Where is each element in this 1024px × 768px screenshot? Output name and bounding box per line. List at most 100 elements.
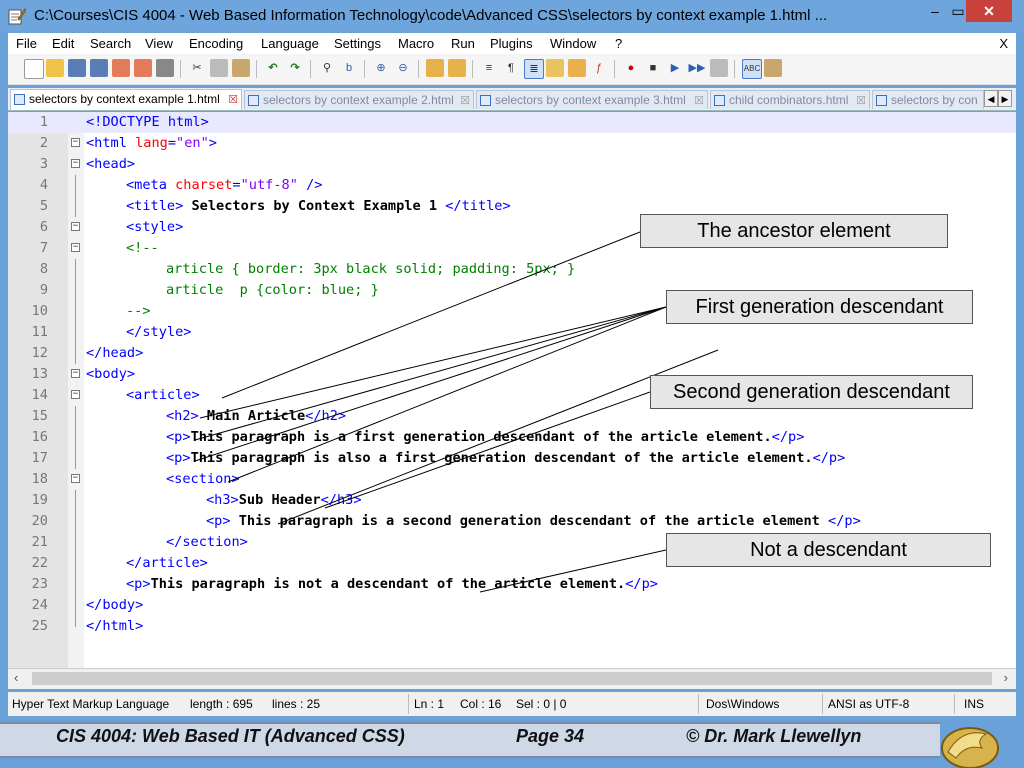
new-file-icon[interactable] (24, 59, 44, 79)
plugin-icon[interactable] (764, 59, 782, 77)
code-text: <p>This paragraph is also a first genera… (166, 450, 846, 466)
menu-window[interactable]: Window (550, 36, 596, 51)
tab-child-combinators[interactable]: child combinators.html ☒ (710, 90, 870, 109)
sync-vertical-icon[interactable] (426, 59, 444, 77)
menu-bar: File Edit Search View Encoding Language … (8, 33, 1016, 54)
menu-plugins[interactable]: Plugins (490, 36, 533, 51)
scroll-right-icon[interactable]: › (1004, 670, 1008, 685)
save-macro-icon[interactable] (710, 59, 728, 77)
record-macro-icon[interactable]: ● (622, 59, 640, 77)
tab-scroll-right-button[interactable]: ▶ (998, 90, 1012, 107)
fold-toggle[interactable]: − (71, 222, 80, 231)
find-icon[interactable]: ⚲ (318, 59, 336, 77)
run-macro-multiple-icon[interactable]: ▶▶ (688, 59, 706, 77)
menu-help[interactable]: ? (615, 36, 622, 51)
doc-map-icon[interactable] (568, 59, 586, 77)
show-all-chars-icon[interactable]: ¶ (502, 59, 520, 77)
menu-settings[interactable]: Settings (334, 36, 381, 51)
tab-selectors-3[interactable]: selectors by context example 3.html ☒ (476, 90, 708, 109)
tab-scroll-left-button[interactable]: ◀ (984, 90, 998, 107)
open-file-icon[interactable] (46, 59, 64, 77)
footer-page: Page 34 (516, 726, 585, 746)
undo-icon[interactable]: ↶ (264, 59, 282, 77)
tab-label: child combinators.html (729, 93, 849, 107)
fold-toggle[interactable]: − (71, 369, 80, 378)
close-document-button[interactable]: X (999, 36, 1008, 51)
spell-check-icon[interactable]: ABC (742, 59, 762, 79)
word-wrap-icon[interactable]: ≡ (480, 59, 498, 77)
menu-file[interactable]: File (16, 36, 37, 51)
close-window-button[interactable]: ✕ (966, 0, 1012, 22)
menu-search[interactable]: Search (90, 36, 131, 51)
code-text: <section> (166, 471, 240, 487)
redo-icon[interactable]: ↷ (286, 59, 304, 77)
code-line: 25 </html> (8, 616, 1016, 637)
fold-toggle[interactable]: − (71, 243, 80, 252)
code-line: 3 − <head> (8, 154, 1016, 175)
callout-second-generation: Second generation descendant (650, 375, 973, 409)
save-all-icon[interactable] (90, 59, 108, 77)
line-number: 16 (31, 429, 48, 445)
zoom-out-icon[interactable]: ⊖ (394, 59, 412, 77)
function-list-icon[interactable]: ƒ (590, 59, 608, 77)
close-tab-icon[interactable]: ☒ (228, 91, 238, 110)
stop-macro-icon[interactable]: ■ (644, 59, 662, 77)
menu-view[interactable]: View (145, 36, 173, 51)
code-line: 23 <p>This paragraph is not a descendant… (8, 574, 1016, 595)
indent-guide-icon[interactable]: ≣ (524, 59, 544, 79)
fold-toggle[interactable]: − (71, 138, 80, 147)
window-title: C:\Courses\CIS 4004 - Web Based Informat… (34, 7, 828, 24)
close-tab-icon[interactable]: ☒ (856, 92, 866, 109)
close-icon[interactable] (112, 59, 130, 77)
tab-selectors-partial[interactable]: selectors by con (872, 90, 984, 109)
menu-language[interactable]: Language (261, 36, 319, 51)
scroll-left-icon[interactable]: ‹ (14, 670, 18, 685)
tab-bar: selectors by context example 1.html ☒ se… (8, 88, 1016, 111)
play-macro-icon[interactable]: ▶ (666, 59, 684, 77)
line-number: 13 (31, 366, 48, 382)
code-text: </head> (86, 345, 144, 361)
code-text: <style> (126, 219, 184, 235)
line-number: 17 (31, 450, 48, 466)
code-line: 20 <p> This paragraph is a second genera… (8, 511, 1016, 532)
fold-toggle[interactable]: − (71, 474, 80, 483)
code-line: 17 <p>This paragraph is also a first gen… (8, 448, 1016, 469)
paste-icon[interactable] (232, 59, 250, 77)
callout-not-descendant: Not a descendant (666, 533, 991, 567)
print-icon[interactable] (156, 59, 174, 77)
callout-ancestor: The ancestor element (640, 214, 948, 248)
close-tab-icon[interactable]: ☒ (460, 92, 470, 109)
menu-macro[interactable]: Macro (398, 36, 434, 51)
line-number: 24 (31, 597, 48, 613)
copy-icon[interactable] (210, 59, 228, 77)
close-tab-icon[interactable]: ☒ (694, 92, 704, 109)
toolbar: ✂ ↶ ↷ ⚲ b ⊕ ⊖ ≡ ¶ ≣ ƒ ● ■ ▶ ▶▶ ABC (8, 54, 1016, 85)
horizontal-scrollbar[interactable]: ‹ › (8, 668, 1016, 689)
replace-icon[interactable]: b (340, 59, 358, 77)
line-number: 10 (31, 303, 48, 319)
code-text: </style> (126, 324, 192, 340)
close-all-icon[interactable] (134, 59, 152, 77)
code-line: 19 <h3>Sub Header</h3> (8, 490, 1016, 511)
menu-edit[interactable]: Edit (52, 36, 74, 51)
fold-toggle[interactable]: − (71, 390, 80, 399)
menu-encoding[interactable]: Encoding (189, 36, 243, 51)
code-text: <body> (86, 366, 136, 382)
cut-icon[interactable]: ✂ (188, 59, 206, 77)
code-line: 1 <!DOCTYPE html> (8, 112, 1016, 133)
save-icon[interactable] (68, 59, 86, 77)
line-number: 4 (39, 177, 48, 193)
scrollbar-thumb[interactable] (32, 672, 992, 685)
tab-selectors-1[interactable]: selectors by context example 1.html ☒ (10, 89, 242, 110)
sync-horizontal-icon[interactable] (448, 59, 466, 77)
zoom-in-icon[interactable]: ⊕ (372, 59, 390, 77)
code-line: 12 </head> (8, 343, 1016, 364)
status-line-position: Ln : 1 (414, 697, 445, 711)
language-icon[interactable] (546, 59, 564, 77)
fold-toggle[interactable]: − (71, 159, 80, 168)
menu-run[interactable]: Run (451, 36, 475, 51)
tab-selectors-2[interactable]: selectors by context example 2.html ☒ (244, 90, 474, 109)
status-column: Col : 16 (460, 697, 502, 711)
line-number: 15 (31, 408, 48, 424)
code-text: </article> (126, 555, 208, 571)
